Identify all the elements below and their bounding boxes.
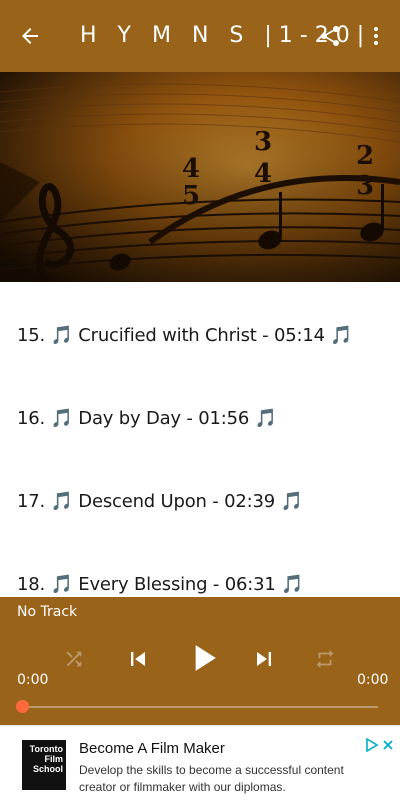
advertiser-logo-line: Toronto bbox=[29, 744, 63, 754]
sheet-music-image: 4 5 3 4 2 3 bbox=[0, 72, 400, 282]
repeat-icon bbox=[316, 649, 334, 669]
toolbar: H Y M N S |1-20| bbox=[0, 0, 400, 72]
ad-description: Develop the skills to become a successfu… bbox=[79, 763, 344, 794]
back-button[interactable] bbox=[14, 20, 46, 52]
advertiser-logo-line: School bbox=[32, 764, 63, 774]
svg-text:2: 2 bbox=[356, 141, 374, 171]
more-vert-icon bbox=[374, 27, 378, 45]
hymn-list-item[interactable]: 18. 🎵 Every Blessing - 06:31 🎵 bbox=[17, 573, 304, 597]
total-duration: 0:00 bbox=[357, 672, 389, 688]
skip-next-icon bbox=[257, 652, 271, 666]
advertiser-logo: Toronto Film School bbox=[22, 740, 66, 790]
hymn-list-item[interactable]: 16. 🎵 Day by Day - 01:56 🎵 bbox=[17, 407, 277, 431]
svg-text:4: 4 bbox=[254, 159, 272, 189]
elapsed-time: 0:00 bbox=[17, 672, 49, 688]
close-ad-icon[interactable] bbox=[382, 739, 394, 751]
skip-previous-icon bbox=[131, 652, 145, 666]
app-screen: H Y M N S |1-20| 4 5 3 4 2 3 15. 🎵 Cruci… bbox=[0, 0, 400, 800]
seek-bar[interactable] bbox=[22, 706, 378, 708]
shuffle-icon bbox=[66, 651, 82, 667]
share-icon bbox=[321, 26, 339, 46]
previous-track-button[interactable] bbox=[122, 643, 154, 675]
next-track-button[interactable] bbox=[248, 643, 280, 675]
share-button[interactable] bbox=[314, 20, 346, 52]
ad-banner[interactable]: Toronto Film School Become A Film Maker … bbox=[0, 725, 400, 800]
adchoices-icon[interactable] bbox=[366, 738, 378, 752]
more-options-button[interactable] bbox=[362, 20, 390, 52]
hymn-list-item[interactable]: 17. 🎵 Descend Upon - 02:39 🎵 bbox=[17, 490, 303, 514]
svg-text:3: 3 bbox=[254, 127, 272, 157]
svg-text:3: 3 bbox=[356, 171, 374, 201]
current-track-label: No Track bbox=[17, 604, 78, 620]
seek-thumb[interactable] bbox=[16, 700, 29, 713]
advertiser-logo-line: Film bbox=[44, 754, 63, 764]
play-icon bbox=[195, 645, 216, 671]
svg-text:5: 5 bbox=[182, 181, 200, 211]
svg-text:4: 4 bbox=[182, 154, 200, 184]
hymn-list-item[interactable]: 15. 🎵 Crucified with Christ - 05:14 🎵 bbox=[17, 324, 353, 348]
shuffle-button[interactable] bbox=[60, 645, 88, 673]
ad-choices[interactable] bbox=[366, 738, 394, 752]
repeat-button[interactable] bbox=[311, 645, 339, 673]
play-button[interactable] bbox=[180, 635, 226, 681]
arrow-left-icon bbox=[22, 28, 38, 44]
ad-title[interactable]: Become A Film Maker bbox=[79, 740, 225, 757]
hymn-list: 15. 🎵 Crucified with Christ - 05:14 🎵 16… bbox=[0, 282, 400, 597]
music-player: No Track 0:00 0:00 bbox=[0, 597, 400, 725]
sheet-music-banner: 4 5 3 4 2 3 bbox=[0, 72, 400, 282]
